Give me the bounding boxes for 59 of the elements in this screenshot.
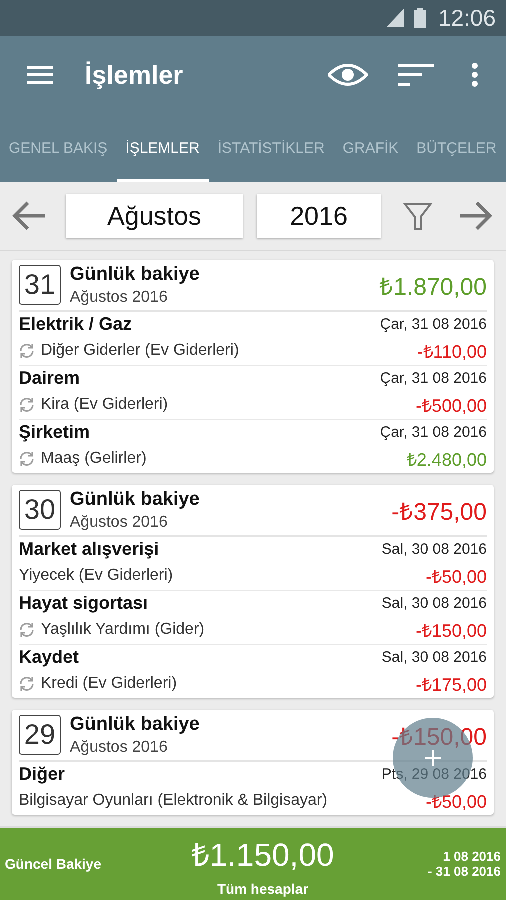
day-subtitle: Ağustos 2016 <box>70 514 169 532</box>
day-title: Günlük bakiye <box>70 488 201 510</box>
transaction-amount: -₺50,00 <box>426 791 487 813</box>
transaction-date: Sal, 30 08 2016 <box>382 595 487 612</box>
battery-icon <box>414 8 426 28</box>
transaction-category: Kira (Ev Giderleri) <box>41 396 168 414</box>
transaction-name[interactable]: Kaydet <box>19 647 80 668</box>
transaction-date: Sal, 30 08 2016 <box>382 541 487 558</box>
transaction-amount: -₺110,00 <box>417 341 487 363</box>
day-number: 29 <box>19 715 61 755</box>
range-end: - 31 08 2016 <box>428 864 501 879</box>
day-title: Günlük bakiye <box>70 264 201 286</box>
transaction-amount: -₺50,00 <box>426 566 487 588</box>
transaction-date: Çar, 31 08 2016 <box>380 424 487 441</box>
transaction-date: Çar, 31 08 2016 <box>380 316 487 333</box>
menu-icon[interactable] <box>27 65 53 85</box>
day-balance: ₺1.870,00 <box>380 272 487 302</box>
day-number: 30 <box>19 490 61 530</box>
day-title: Günlük bakiye <box>70 714 201 736</box>
more-options-icon[interactable] <box>472 63 478 87</box>
day-subtitle: Ağustos 2016 <box>70 738 169 756</box>
transaction-amount: -₺175,00 <box>416 674 487 696</box>
eye-icon[interactable] <box>328 64 368 86</box>
transaction-category: Maaş (Gelirler) <box>41 450 147 468</box>
transaction-name[interactable]: Dairem <box>19 368 80 389</box>
current-balance: ₺1.150,00 <box>192 836 334 874</box>
day-number: 31 <box>19 265 61 305</box>
transaction-date: Çar, 31 08 2016 <box>380 370 487 387</box>
transaction-date: Sal, 30 08 2016 <box>382 649 487 666</box>
tab[interactable]: İŞLEMLER <box>116 114 209 182</box>
clock-time: 12:06 <box>438 4 496 32</box>
year-selector[interactable]: 2016 <box>257 194 381 238</box>
transaction-category: Kredi (Ev Giderleri) <box>41 675 178 693</box>
transaction-amount: ₺2.480,00 <box>406 449 487 471</box>
sort-icon[interactable] <box>398 64 434 86</box>
plus-icon <box>425 750 441 766</box>
filter-icon[interactable] <box>403 201 433 231</box>
day-balance: -₺375,00 <box>392 498 487 526</box>
transaction-name[interactable]: Hayat sigortası <box>19 593 148 614</box>
screen-title: İşlemler <box>85 60 184 90</box>
transaction-name[interactable]: Diğer <box>19 764 66 785</box>
month-selector[interactable]: Ağustos <box>66 194 243 238</box>
back-arrow-icon[interactable] <box>12 201 46 231</box>
range-start: 1 08 2016 <box>443 849 501 864</box>
transaction-category: Bilgisayar Oyunları (Elektronik & Bilgisayar) <box>19 792 328 810</box>
transaction-amount: -₺150,00 <box>416 620 487 642</box>
transaction-category: Yaşlılık Yardımı (Gider) <box>41 621 205 639</box>
transaction-date: Pts, 29 08 2016 <box>382 766 487 783</box>
forward-arrow-icon[interactable] <box>459 201 493 231</box>
balance-label: Güncel Bakiye <box>5 856 102 872</box>
transaction-name[interactable]: Market alışverişi <box>19 539 160 560</box>
accounts-label: Tüm hesaplar <box>217 880 309 896</box>
day-subtitle: Ağustos 2016 <box>70 288 169 306</box>
transaction-name[interactable]: Şirketim <box>19 422 90 443</box>
transaction-category: Yiyecek (Ev Giderleri) <box>19 567 174 585</box>
transaction-name[interactable]: Elektrik / Gaz <box>19 314 132 335</box>
signal-icon <box>386 8 406 28</box>
transaction-category: Diğer Giderler (Ev Giderleri) <box>41 342 240 360</box>
transaction-amount: -₺500,00 <box>416 395 487 417</box>
